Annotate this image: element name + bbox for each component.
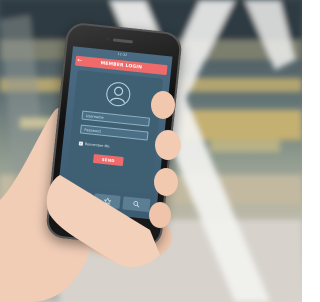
photo-scene: 12:32 ← MEMBER LOGIN Username Password ✓… bbox=[0, 0, 302, 302]
hand-fingers bbox=[46, 91, 181, 267]
